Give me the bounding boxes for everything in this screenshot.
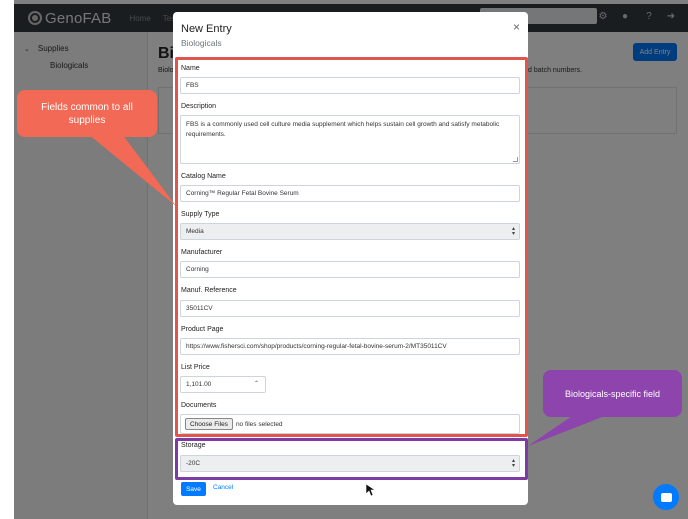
specific-field-callout: Biologicals-specific field	[543, 370, 682, 417]
specific-field-highlight	[175, 438, 528, 480]
common-fields-highlight	[175, 57, 528, 437]
modal-title: New Entry	[181, 23, 232, 35]
close-icon[interactable]: ×	[513, 21, 520, 33]
save-button[interactable]: Save	[181, 482, 206, 496]
left-margin	[0, 0, 14, 519]
chat-icon[interactable]	[653, 484, 679, 510]
common-fields-callout: Fields common to all supplies	[17, 90, 157, 137]
cancel-button[interactable]: Cancel	[213, 484, 233, 491]
modal-subtitle: Biologicals	[181, 38, 222, 48]
